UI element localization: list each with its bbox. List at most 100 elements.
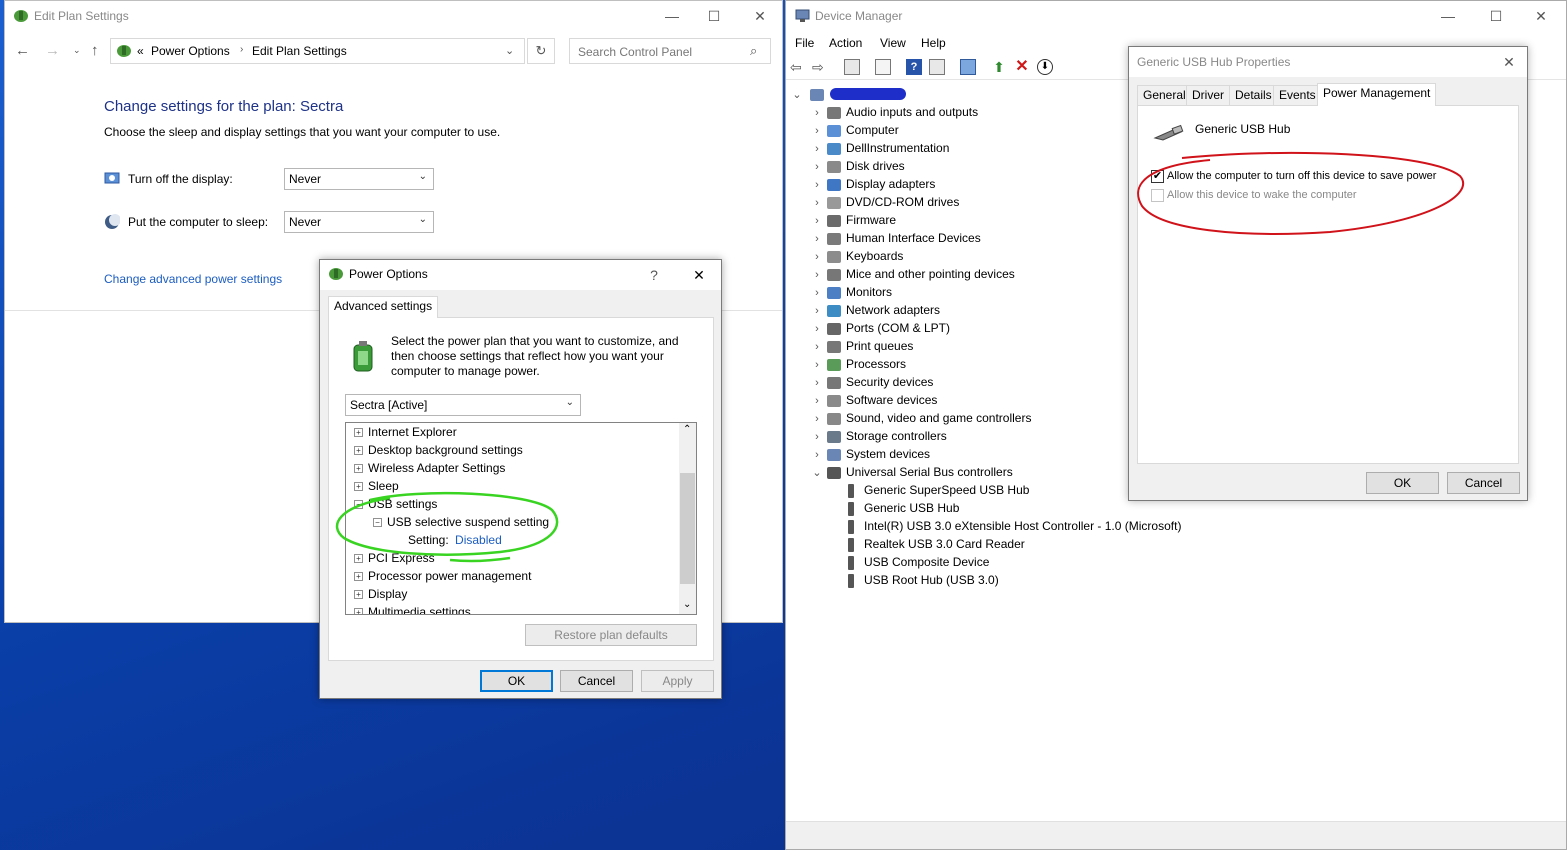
device-category[interactable]: › Mice and other pointing devices: [810, 265, 1015, 283]
chevron-right-icon[interactable]: ›: [810, 446, 824, 464]
help-button[interactable]: ?: [632, 260, 676, 290]
usb-device-item[interactable]: USB Root Hub (USB 3.0): [848, 571, 999, 589]
device-category[interactable]: › Storage controllers: [810, 427, 947, 445]
usb-device-item[interactable]: USB Composite Device: [848, 553, 989, 571]
search-box[interactable]: Search Control Panel ⌕: [569, 38, 771, 64]
scroll-down-icon[interactable]: ⌄: [683, 599, 691, 610]
tree-item-desktop-background[interactable]: + Desktop background settings: [354, 441, 523, 459]
usb-device-item[interactable]: Generic SuperSpeed USB Hub: [848, 481, 1029, 499]
device-category[interactable]: › DellInstrumentation: [810, 139, 949, 157]
tab-general[interactable]: General: [1137, 85, 1192, 105]
device-category[interactable]: › Audio inputs and outputs: [810, 103, 978, 121]
recent-dropdown-icon[interactable]: ⌄: [73, 45, 81, 56]
chevron-right-icon[interactable]: ›: [810, 248, 824, 266]
up-arrow-icon[interactable]: ↑: [91, 42, 99, 59]
device-category[interactable]: › Sound, video and game controllers: [810, 409, 1031, 427]
view-icon[interactable]: [929, 59, 945, 75]
menu-action[interactable]: Action: [829, 36, 862, 50]
chevron-right-icon[interactable]: ›: [810, 284, 824, 302]
expand-icon[interactable]: +: [354, 590, 363, 600]
device-category[interactable]: › Processors: [810, 355, 906, 373]
close-button[interactable]: ✕: [1519, 1, 1563, 31]
device-category[interactable]: › Firmware: [810, 211, 896, 229]
chevron-right-icon[interactable]: ›: [810, 338, 824, 356]
tab-details[interactable]: Details: [1229, 85, 1278, 105]
chevron-right-icon[interactable]: ›: [810, 158, 824, 176]
tab-events[interactable]: Events: [1273, 85, 1322, 105]
close-button[interactable]: ✕: [738, 1, 782, 31]
chevron-right-icon[interactable]: ›: [810, 374, 824, 392]
tree-scrollbar[interactable]: ⌃ ⌄: [679, 423, 696, 614]
chevron-right-icon[interactable]: ›: [810, 230, 824, 248]
tree-item-multimedia[interactable]: + Multimedia settings: [354, 603, 471, 614]
back-arrow-icon[interactable]: ←: [15, 42, 30, 59]
sleep-timeout-select[interactable]: Never ⌄: [284, 211, 434, 233]
expand-icon[interactable]: +: [354, 608, 363, 614]
device-category[interactable]: › Monitors: [810, 283, 892, 301]
chevron-right-icon[interactable]: ›: [810, 104, 824, 122]
device-category[interactable]: › Display adapters: [810, 175, 935, 193]
close-button[interactable]: ✕: [677, 260, 721, 290]
usb-device-item[interactable]: Realtek USB 3.0 Card Reader: [848, 535, 1025, 553]
chevron-right-icon[interactable]: ›: [810, 356, 824, 374]
expand-icon[interactable]: +: [354, 464, 363, 474]
device-category[interactable]: › Keyboards: [810, 247, 903, 265]
expand-icon[interactable]: +: [354, 446, 363, 456]
tree-item-processor-power[interactable]: + Processor power management: [354, 567, 531, 585]
tree-item-wireless-adapter[interactable]: + Wireless Adapter Settings: [354, 459, 505, 477]
forward-arrow-icon[interactable]: →: [45, 42, 60, 59]
device-category[interactable]: › DVD/CD-ROM drives: [810, 193, 959, 211]
chevron-right-icon[interactable]: ›: [810, 302, 824, 320]
ok-button[interactable]: OK: [480, 670, 553, 692]
refresh-button[interactable]: ↻: [527, 38, 555, 64]
monitor-icon[interactable]: [960, 59, 976, 75]
restore-defaults-button[interactable]: Restore plan defaults: [525, 624, 697, 646]
device-category[interactable]: › Computer: [810, 121, 899, 139]
chevron-down-icon[interactable]: ⌄: [505, 44, 514, 57]
device-category[interactable]: › Security devices: [810, 373, 933, 391]
device-category[interactable]: › Ports (COM & LPT): [810, 319, 950, 337]
minimize-button[interactable]: —: [1426, 1, 1470, 31]
maximize-button[interactable]: ☐: [692, 1, 736, 31]
uninstall-icon[interactable]: ✕: [1014, 59, 1030, 75]
help-icon[interactable]: ?: [906, 59, 922, 75]
breadcrumb-edit-plan[interactable]: Edit Plan Settings: [252, 44, 347, 58]
chevron-right-icon[interactable]: ›: [810, 410, 824, 428]
device-category[interactable]: › Human Interface Devices: [810, 229, 981, 247]
chevron-right-icon[interactable]: ›: [810, 122, 824, 140]
scan-download-icon[interactable]: ⬇: [1037, 59, 1053, 75]
device-category[interactable]: › Software devices: [810, 391, 937, 409]
device-category[interactable]: › Print queues: [810, 337, 913, 355]
device-category[interactable]: › Network adapters: [810, 301, 940, 319]
address-bar[interactable]: « Power Options › Edit Plan Settings ⌄: [110, 38, 525, 64]
apply-button[interactable]: Apply: [641, 670, 714, 692]
tree-item-display[interactable]: + Display: [354, 585, 407, 603]
chevron-down-icon[interactable]: ⌄: [810, 464, 824, 482]
expand-icon[interactable]: +: [354, 572, 363, 582]
chevron-right-icon[interactable]: ›: [810, 320, 824, 338]
expand-icon[interactable]: +: [354, 428, 363, 438]
search-input[interactable]: Search Control Panel: [578, 45, 692, 59]
chevron-right-icon[interactable]: ›: [810, 266, 824, 284]
forward-icon[interactable]: ⇨: [812, 59, 828, 75]
tab-advanced-settings[interactable]: Advanced settings: [328, 296, 439, 318]
tab-power-management[interactable]: Power Management: [1317, 83, 1437, 106]
computer-root[interactable]: ⌄: [790, 85, 829, 103]
breadcrumb-power-options[interactable]: Power Options: [151, 44, 230, 58]
page-icon[interactable]: [875, 59, 891, 75]
device-category[interactable]: ⌄ Universal Serial Bus controllers: [810, 463, 1012, 482]
maximize-button[interactable]: ☐: [1474, 1, 1518, 31]
chevron-right-icon[interactable]: ›: [810, 176, 824, 194]
chevron-right-icon[interactable]: ›: [810, 194, 824, 212]
tree-item-internet-explorer[interactable]: + Internet Explorer: [354, 423, 457, 441]
scroll-up-icon[interactable]: ⌃: [683, 424, 691, 435]
plan-select[interactable]: Sectra [Active] ⌄: [345, 394, 581, 416]
usb-device-item[interactable]: Intel(R) USB 3.0 eXtensible Host Control…: [848, 517, 1181, 535]
minimize-button[interactable]: —: [650, 1, 694, 31]
tab-driver[interactable]: Driver: [1186, 85, 1230, 105]
properties-grid-icon[interactable]: [844, 59, 860, 75]
chevron-down-icon[interactable]: ⌄: [790, 86, 804, 104]
scrollbar-thumb[interactable]: [680, 473, 695, 584]
chevron-right-icon[interactable]: ›: [810, 212, 824, 230]
back-icon[interactable]: ⇦: [790, 59, 806, 75]
